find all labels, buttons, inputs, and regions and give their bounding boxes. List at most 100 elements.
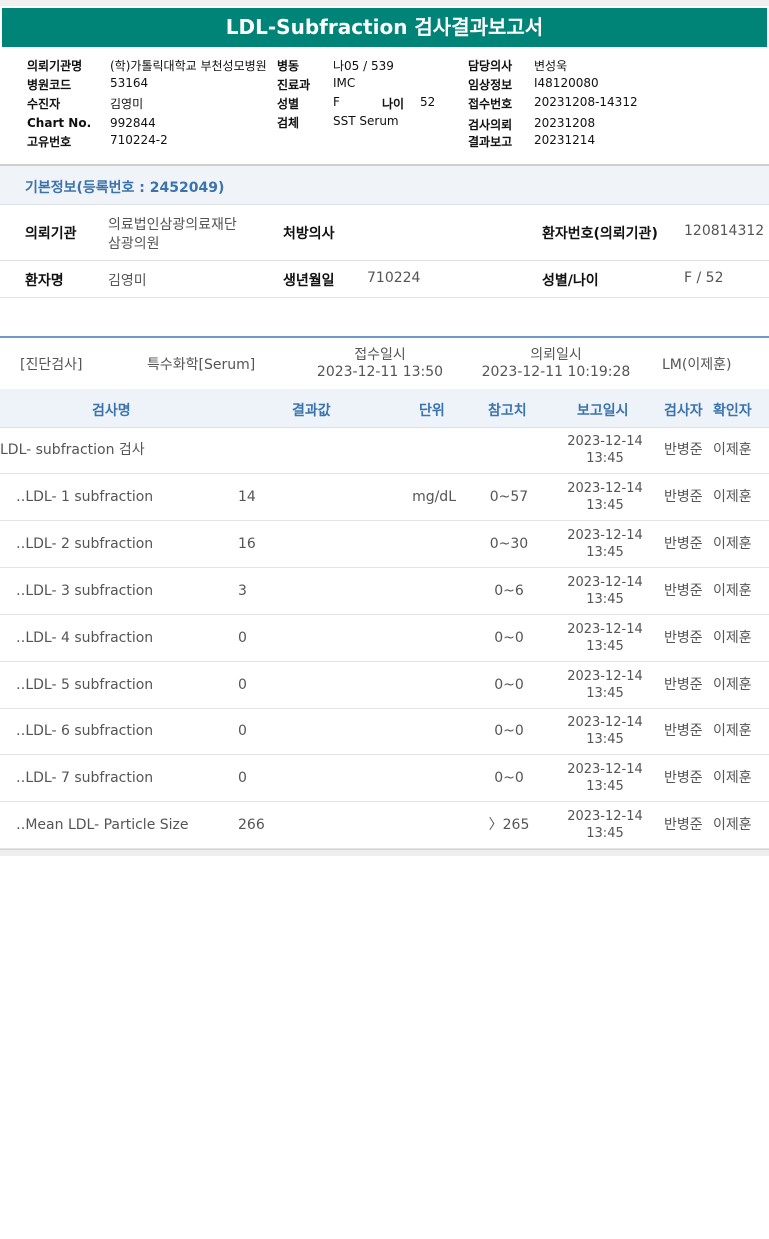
- row-unit: [404, 568, 456, 614]
- col-unit: 단위: [419, 403, 445, 419]
- unique-label: 고유번호: [27, 135, 72, 149]
- row-unit: mg/dL: [412, 489, 456, 505]
- row-date-day: 2023-12-14: [567, 669, 643, 684]
- row-date-day: 2023-12-14: [567, 715, 643, 730]
- row-date: 2023-12-14 13:45: [565, 808, 645, 842]
- row-ref: 0~30: [489, 536, 529, 552]
- basic-bottom-divider: [0, 297, 769, 298]
- row-tester: 반병준: [664, 442, 703, 458]
- row-date-time: 13:45: [586, 826, 624, 841]
- row-ref: [480, 427, 538, 473]
- row-confirm: 이제훈: [713, 677, 752, 693]
- row-unit: [404, 615, 456, 661]
- col-name: 검사명: [92, 403, 131, 419]
- row-value: 0: [238, 723, 247, 739]
- row-date-time: 13:45: [586, 498, 624, 513]
- prescriber-label: 처방의사: [283, 226, 335, 242]
- table-row: ‥LDL- 1 subfraction 14 mg/dL 0~57 2023-1…: [0, 474, 769, 521]
- lab-name: LM(이제훈): [662, 357, 732, 373]
- row-value: 0: [238, 677, 247, 693]
- row-ref: 0~0: [494, 677, 524, 693]
- institution-label: 의뢰기관: [25, 226, 77, 242]
- row-tester: 반병준: [664, 817, 703, 833]
- table-row: ‥LDL- 5 subfraction 0 0~0 2023-12-14 13:4…: [0, 662, 769, 709]
- exam-category: [진단검사]: [20, 357, 83, 373]
- result-value: 20231214: [534, 133, 596, 147]
- row-date-day: 2023-12-14: [567, 622, 643, 637]
- row-value: 0: [238, 770, 247, 786]
- dept-value: IMC: [333, 76, 356, 90]
- table-header: 검사명 결과값 단위 참고치 보고일시 검사자 확인자: [0, 389, 769, 428]
- row-date: 2023-12-14 13:45: [565, 433, 645, 467]
- chart-value: 992844: [110, 116, 156, 130]
- basic-row-divider: [0, 260, 769, 261]
- dept-label: 진료과: [277, 78, 311, 92]
- row-confirm: 이제훈: [713, 583, 752, 599]
- table-row: ‥LDL- 6 subfraction 0 0~0 2023-12-14 13:4…: [0, 708, 769, 755]
- patient-value: 김영미: [110, 97, 144, 111]
- row-tester: 반병준: [664, 677, 703, 693]
- row-tester: 반병준: [664, 489, 703, 505]
- row-date-time: 13:45: [586, 592, 624, 607]
- row-date-time: 13:45: [586, 545, 624, 560]
- row-value: 266: [238, 817, 265, 833]
- hospital-label: 의뢰기관명: [27, 59, 83, 73]
- hospital-value: (학)가톨릭대학교 부천성모병원: [110, 59, 267, 73]
- col-date: 보고일시: [577, 403, 629, 419]
- ward-label: 병동: [277, 59, 300, 73]
- row-unit: [404, 427, 456, 473]
- row-value: 14: [238, 489, 256, 505]
- row-date-day: 2023-12-14: [567, 434, 643, 449]
- birth-value: 710224: [367, 270, 421, 286]
- accept-label: 접수번호: [468, 97, 513, 111]
- row-date-day: 2023-12-14: [567, 528, 643, 543]
- row-date: 2023-12-14 13:45: [565, 574, 645, 608]
- specimen-label: 검체: [277, 116, 300, 130]
- name-value: 김영미: [108, 273, 147, 289]
- row-confirm: 이제훈: [713, 489, 752, 505]
- row-confirm: 이제훈: [713, 817, 752, 833]
- row-tester: 반병준: [664, 536, 703, 552]
- row-unit: [404, 662, 456, 708]
- age-value: 52: [420, 95, 436, 109]
- col-ref: 참고치: [488, 403, 527, 419]
- accept-value: 20231208-14312: [534, 95, 638, 109]
- clinical-value: I48120080: [534, 76, 599, 90]
- row-ref: 0~0: [494, 630, 524, 646]
- unique-value: 710224-2: [110, 133, 168, 147]
- row-name: ‥LDL- 5 subfraction: [16, 677, 154, 693]
- table-bottom-border: [0, 849, 769, 856]
- specimen-value: SST Serum: [333, 114, 399, 128]
- row-date-day: 2023-12-14: [567, 762, 643, 777]
- clinical-label: 임상정보: [468, 78, 513, 92]
- row-unit: [404, 708, 456, 754]
- code-value: 53164: [110, 76, 149, 90]
- institution-value-line2: 삼광의원: [108, 236, 160, 252]
- row-tester: 반병준: [664, 770, 703, 786]
- basic-info-bar: 기본정보(등록번호 : 2452049): [0, 166, 769, 205]
- patient-no-value: 120814312: [684, 223, 765, 239]
- top-border: [0, 0, 769, 6]
- requested-label: 의뢰일시: [530, 347, 582, 363]
- code-label: 병원코드: [27, 78, 72, 92]
- section-divider: [0, 336, 769, 338]
- row-value: 3: [238, 583, 247, 599]
- doctor-value: 변성욱: [534, 59, 568, 73]
- row-ref: 0~0: [494, 770, 524, 786]
- row-date-time: 13:45: [586, 779, 624, 794]
- request-value: 20231208: [534, 116, 596, 130]
- result-label: 결과보고: [468, 135, 513, 149]
- basic-info-title: 기본정보(등록번호 : 2452049): [25, 180, 225, 196]
- row-unit: [404, 521, 456, 567]
- row-name: ‥LDL- 4 subfraction: [16, 630, 154, 646]
- table-row: ‥LDL- 4 subfraction 0 0~0 2023-12-14 13:4…: [0, 615, 769, 662]
- report-title: LDL-Subfraction 검사결과보고서: [2, 8, 767, 47]
- row-date-time: 13:45: [586, 639, 624, 654]
- row-date: 2023-12-14 13:45: [565, 668, 645, 702]
- row-date: 2023-12-14 13:45: [565, 527, 645, 561]
- patient-no-label: 환자번호(의뢰기관): [542, 226, 658, 242]
- row-date: 2023-12-14 13:45: [565, 480, 645, 514]
- row-ref: 0~0: [494, 723, 524, 739]
- row-tester: 반병준: [664, 630, 703, 646]
- row-name: ‥LDL- 7 subfraction: [16, 770, 154, 786]
